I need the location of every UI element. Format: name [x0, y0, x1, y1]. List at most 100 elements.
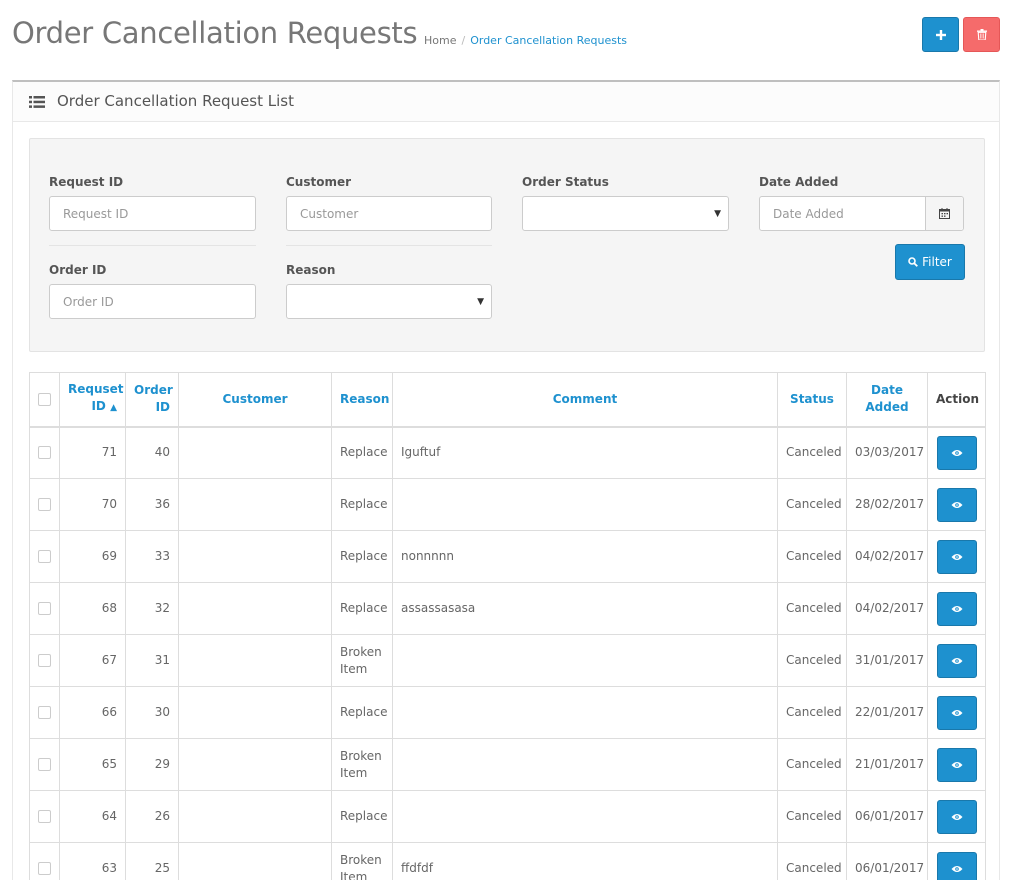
- comment-cell: nonnnnn: [392, 530, 778, 583]
- action-cell: [927, 426, 986, 479]
- row-checkbox[interactable]: [38, 706, 51, 719]
- date-added-cell: 31/01/2017: [846, 634, 928, 687]
- column-header-reason[interactable]: Reason: [331, 372, 393, 428]
- breadcrumb: Home / Order Cancellation Requests: [424, 34, 627, 47]
- date-added-cell: 28/02/2017: [846, 478, 928, 531]
- row-checkbox[interactable]: [38, 446, 51, 460]
- row-checkbox[interactable]: [38, 602, 51, 615]
- reason-select[interactable]: ▼: [286, 284, 492, 319]
- table-row: 68 32 Replace assassasasa Canceled 04/02/2017: [29, 582, 986, 635]
- status-cell: Canceled: [777, 426, 847, 479]
- row-checkbox[interactable]: [38, 654, 51, 667]
- order-id-label: Order ID: [49, 263, 107, 277]
- row-checkbox[interactable]: [38, 550, 51, 563]
- comment-cell: [392, 478, 778, 531]
- date-added-cell: 04/02/2017: [846, 582, 928, 635]
- view-button[interactable]: [936, 695, 977, 730]
- view-button[interactable]: [936, 851, 977, 880]
- breadcrumb-separator: /: [461, 34, 466, 47]
- table-row: 66 30 Replace Canceled 22/01/2017: [29, 686, 986, 739]
- date-added-cell: 22/01/2017: [846, 686, 928, 739]
- view-button[interactable]: [936, 539, 977, 574]
- column-header-comment[interactable]: Comment: [392, 372, 778, 428]
- eye-icon: [951, 449, 962, 456]
- add-button[interactable]: [922, 17, 959, 52]
- customer-cell: [178, 582, 332, 635]
- action-cell: [927, 686, 986, 739]
- request-id-cell: 71: [59, 426, 126, 479]
- request-id-input[interactable]: Request ID: [49, 196, 256, 231]
- select-all-checkbox[interactable]: [38, 392, 51, 406]
- filter-button[interactable]: Filter: [895, 244, 965, 280]
- eye-icon: [951, 605, 962, 612]
- action-cell: [927, 738, 986, 791]
- row-select-cell: [29, 426, 60, 479]
- comment-cell: ffdfdf: [392, 842, 778, 880]
- view-button[interactable]: [936, 487, 977, 522]
- comment-cell: Iguftuf: [392, 426, 778, 479]
- row-select-cell: [29, 530, 60, 583]
- action-cell: [927, 582, 986, 635]
- column-header-order-id[interactable]: Order ID: [125, 372, 179, 428]
- request-id-cell: 66: [59, 686, 126, 739]
- page-header: Order Cancellation Requests Home / Order C…: [0, 0, 1013, 75]
- row-checkbox[interactable]: [38, 758, 51, 771]
- row-select-cell: [29, 478, 60, 531]
- view-button[interactable]: [936, 643, 977, 678]
- reason-cell: Replace: [331, 530, 393, 583]
- eye-icon: [951, 501, 962, 508]
- page-title: Order Cancellation Requests: [12, 16, 418, 50]
- status-cell: Canceled: [777, 738, 847, 791]
- row-select-cell: [29, 582, 60, 635]
- customer-cell: [178, 790, 332, 843]
- delete-button[interactable]: [963, 17, 1000, 52]
- order-id-cell: 31: [125, 634, 179, 687]
- table-body: 71 40 Replace Iguftuf Canceled 03/03/2017 70 36…: [29, 426, 986, 880]
- table-row: 71 40 Replace Iguftuf Canceled 03/03/2017: [29, 426, 986, 479]
- row-checkbox[interactable]: [38, 498, 51, 511]
- eye-icon: [951, 553, 962, 560]
- column-header-customer[interactable]: Customer: [178, 372, 332, 428]
- column-header-date-added[interactable]: Date Added: [846, 372, 928, 428]
- sort-asc-icon: ▲: [110, 403, 117, 414]
- breadcrumb-current[interactable]: Order Cancellation Requests: [470, 34, 627, 47]
- table-row: 70 36 Replace Canceled 28/02/2017: [29, 478, 986, 531]
- status-cell: Canceled: [777, 686, 847, 739]
- row-select-cell: [29, 842, 60, 880]
- date-added-cell: 06/01/2017: [846, 842, 928, 880]
- row-checkbox[interactable]: [38, 810, 51, 823]
- table-header-row: Requset ID ▲ Order ID Customer Reason Comm…: [29, 372, 986, 428]
- customer-cell: [178, 842, 332, 880]
- column-header-status[interactable]: Status: [777, 372, 847, 428]
- customer-input[interactable]: Customer: [286, 196, 492, 231]
- column-header-request-id[interactable]: Requset ID ▲: [59, 372, 126, 428]
- view-button[interactable]: [936, 591, 977, 626]
- date-added-placeholder: Date Added: [773, 206, 844, 221]
- reason-cell: Replace: [331, 790, 393, 843]
- breadcrumb-home[interactable]: Home: [424, 34, 456, 47]
- order-id-input[interactable]: Order ID: [49, 284, 256, 319]
- order-id-cell: 25: [125, 842, 179, 880]
- customer-cell: [178, 478, 332, 531]
- date-added-input[interactable]: Date Added: [759, 196, 964, 231]
- view-button[interactable]: [936, 799, 977, 834]
- customer-cell: [178, 426, 332, 479]
- row-checkbox[interactable]: [38, 862, 51, 875]
- calendar-icon: [939, 208, 950, 219]
- comment-cell: [392, 686, 778, 739]
- select-all-cell: [29, 372, 60, 428]
- order-id-cell: 40: [125, 426, 179, 479]
- status-cell: Canceled: [777, 530, 847, 583]
- customer-cell: [178, 530, 332, 583]
- date-added-cell: 21/01/2017: [846, 738, 928, 791]
- order-id-cell: 30: [125, 686, 179, 739]
- panel-title: Order Cancellation Request List: [57, 92, 294, 110]
- order-status-select[interactable]: ▼: [522, 196, 729, 231]
- status-cell: Canceled: [777, 582, 847, 635]
- reason-cell: Broken Item: [331, 634, 393, 687]
- view-button[interactable]: [936, 435, 977, 470]
- view-button[interactable]: [936, 747, 977, 782]
- panel-heading: Order Cancellation Request List: [13, 82, 999, 122]
- request-id-cell: 67: [59, 634, 126, 687]
- calendar-button[interactable]: [925, 197, 963, 230]
